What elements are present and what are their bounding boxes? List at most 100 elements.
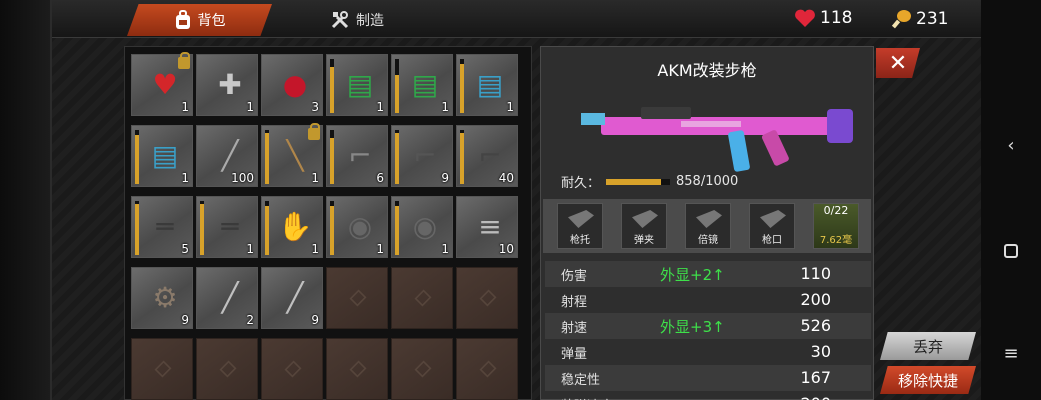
stat-row: 稳定性 167: [545, 365, 871, 391]
ammo-caliber: 7.62毫: [819, 235, 853, 246]
attachment-stock[interactable]: 枪托: [557, 203, 603, 249]
inventory-slot-rifle[interactable]: ═ 1: [196, 196, 258, 258]
inventory-slot-gas-mask[interactable]: ◉ 1: [391, 196, 453, 258]
magazine-icon: [632, 210, 658, 228]
item-count: 10: [498, 242, 514, 256]
left-frame: [0, 0, 52, 400]
drumstick-icon: [891, 10, 911, 29]
home-nav-icon[interactable]: [981, 236, 1041, 266]
inventory-slot-blue-book[interactable]: ▤ 1: [456, 54, 518, 116]
stat-value: 526: [800, 316, 831, 335]
item-count: 9: [441, 171, 449, 185]
inventory-slot-empty[interactable]: [196, 338, 258, 400]
inventory-slot-berries[interactable]: ● 3: [261, 54, 323, 116]
attachment-muzzle[interactable]: 枪口: [749, 203, 795, 249]
item-durability-bar: [460, 130, 464, 184]
durability-fill: [606, 178, 661, 185]
empty-box-icon: [414, 289, 432, 307]
inventory-slot-medkit[interactable]: ♥ 1: [131, 52, 193, 116]
inventory-slot-rifle[interactable]: ═ 5: [131, 196, 193, 258]
remove-quick-button[interactable]: 移除快捷: [880, 366, 976, 394]
top-bar: 背包 制造 118 231 ✕: [52, 0, 1036, 38]
item-durability-bar: [330, 59, 334, 113]
inventory-slot-gear[interactable]: ⚙ 9: [131, 267, 193, 329]
empty-box-icon: [479, 360, 497, 378]
inventory-slot-blue-book[interactable]: ▤ 1: [131, 125, 193, 187]
empty-box-icon: [154, 360, 172, 378]
item-durability-bar: [395, 59, 399, 113]
stock-icon: [568, 210, 594, 228]
empty-box-icon: [479, 289, 497, 307]
lock-icon: [178, 52, 190, 69]
close-detail-icon: ✕: [888, 50, 908, 76]
item-count: 1: [311, 171, 319, 185]
inventory-slot-smg[interactable]: ⌐ 40: [456, 125, 518, 187]
scope-icon: [696, 210, 722, 228]
inventory-slot-empty[interactable]: [261, 338, 323, 400]
item-durability-bar: [330, 130, 334, 184]
item-durability-bar: [265, 201, 269, 255]
inventory-slot-empty[interactable]: [456, 267, 518, 329]
stat-value: 200: [800, 394, 831, 400]
inventory-slot-pipes[interactable]: ≡ 10: [456, 196, 518, 258]
tab-craft-label: 制造: [356, 13, 384, 29]
empty-box-icon: [284, 360, 302, 378]
inventory-slot-pistol[interactable]: ⌐ 9: [391, 125, 453, 187]
inventory-slot-gloves[interactable]: ✋ 1: [261, 196, 323, 258]
item-count: 6: [376, 171, 384, 185]
item-durability-bar: [395, 201, 399, 255]
stat-name: 弹量: [561, 347, 588, 362]
item-durability-bar: [265, 130, 269, 184]
stat-name: 射速: [561, 321, 588, 336]
stat-name: 装弹速度: [561, 395, 613, 400]
item-count: 1: [376, 242, 384, 256]
tab-bag[interactable]: 背包: [127, 4, 272, 36]
inventory-slot-empty[interactable]: [131, 338, 193, 400]
health-value: 118: [820, 8, 853, 28]
item-count: 3: [311, 100, 319, 114]
inventory-slot-gas-mask[interactable]: ◉ 1: [326, 196, 388, 258]
stat-row: 装弹速度 200: [545, 391, 871, 400]
muzzle-icon: [760, 210, 786, 228]
inventory-slot-empty[interactable]: [391, 338, 453, 400]
tab-craft[interactable]: 制造: [297, 4, 417, 36]
stat-value: 200: [800, 290, 831, 309]
item-count: 40: [498, 171, 514, 185]
inventory-slot-syringe[interactable]: ✚ 1: [196, 54, 258, 116]
drop-button[interactable]: 丢弃: [880, 332, 976, 360]
inventory-slot-green-book[interactable]: ▤ 1: [326, 54, 388, 116]
backpack-icon: [175, 10, 190, 29]
inventory-slot-empty[interactable]: [391, 267, 453, 329]
inventory-slot-knife[interactable]: ╱ 2: [196, 267, 258, 329]
item-durability-bar: [460, 59, 464, 113]
inventory-slot-bat[interactable]: ╲ 1: [261, 123, 323, 187]
item-count: 1: [246, 242, 254, 256]
inventory-slot-empty[interactable]: [326, 338, 388, 400]
inventory-slot-green-book[interactable]: ▤ 1: [391, 54, 453, 116]
item-count: 1: [246, 100, 254, 114]
inventory-slot-knife[interactable]: ╱ 9: [261, 267, 323, 329]
attachment-bar: 枪托 弹夹 倍镜 枪口 0/22 7.62毫: [543, 199, 871, 253]
back-nav-icon[interactable]: ‹: [981, 130, 1041, 160]
inventory-slot-screwdriver[interactable]: ╱ 100: [196, 125, 258, 187]
attachment-ammo[interactable]: 0/22 7.62毫: [813, 203, 859, 249]
weapon-detail-panel: AKM改装步枪 耐久： 858/1000 枪托 弹夹 倍镜 枪口 0/22 7.…: [540, 46, 874, 400]
stat-value: 110: [800, 264, 831, 283]
inventory-slot-empty[interactable]: [326, 267, 388, 329]
durability-bar: [606, 178, 671, 185]
stat-value: 30: [810, 342, 831, 361]
inventory-slot-revolver[interactable]: ⌐ 6: [326, 125, 388, 187]
stat-row: 射程 200: [545, 287, 871, 313]
durability-label: 耐久：: [561, 176, 601, 191]
inventory-slot-empty[interactable]: [456, 338, 518, 400]
item-count: 1: [441, 100, 449, 114]
attachment-magazine[interactable]: 弹夹: [621, 203, 667, 249]
menu-nav-icon[interactable]: ≡: [981, 338, 1041, 368]
attachment-scope-label: 倍镜: [698, 235, 718, 246]
system-nav-bar: ‹ ≡: [981, 0, 1041, 400]
stat-bonus: 外显+2↑: [660, 266, 725, 284]
heart-icon: [795, 9, 815, 27]
empty-box-icon: [349, 289, 367, 307]
item-count: 1: [311, 242, 319, 256]
attachment-scope[interactable]: 倍镜: [685, 203, 731, 249]
